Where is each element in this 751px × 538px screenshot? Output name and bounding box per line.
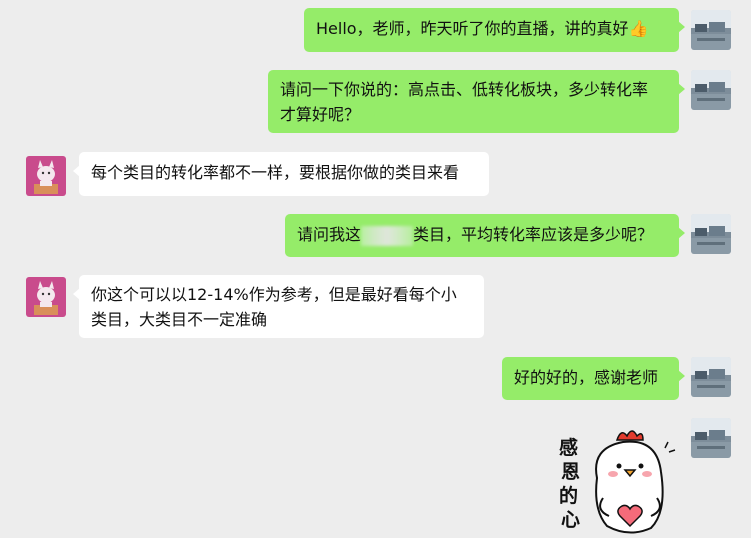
message-row-7: 感 恩 的 心 [0, 418, 751, 534]
message-bubble-4[interactable]: 请问我这 类目，平均转化率应该是多少呢？ [285, 214, 685, 257]
sticker-char-1: 感 [559, 436, 578, 459]
chicken-thanks-sticker[interactable]: 感 恩 的 心 [555, 418, 680, 534]
sticker-char-3: 的 [559, 484, 578, 507]
sticker-char-4: 心 [561, 509, 580, 531]
thumbs-up-emoji: 👍 [628, 19, 649, 38]
teacher-avatar[interactable] [26, 156, 66, 196]
message-row-6: 好的好的，感谢老师 [0, 357, 751, 401]
redacted-category [361, 225, 414, 246]
my-avatar[interactable] [691, 418, 731, 458]
message-row-1: Hello，老师，昨天听了你的直播，讲的真好👍 [0, 8, 751, 52]
my-avatar[interactable] [691, 357, 731, 397]
message-bubble-5[interactable]: 你这个可以以12-14%作为参考，但是最好看每个小 类目，大类目不一定准确 [73, 275, 484, 338]
message-bubble-2[interactable]: 请问一下你说的：高点击、低转化板块，多少转化率 才算好呢？ [268, 70, 685, 133]
my-avatar[interactable] [691, 70, 731, 110]
message-bubble-3[interactable]: 每个类目的转化率都不一样，要根据你做的类目来看 [73, 152, 489, 196]
my-avatar[interactable] [691, 214, 731, 254]
message-text-5-line-2: 类目，大类目不一定准确 [91, 310, 268, 329]
message-text-5-line-1: 你这个可以以12-14%作为参考，但是最好看每个小 [91, 285, 457, 304]
message-text-2-line-2: 才算好呢？ [280, 105, 361, 124]
message-row-2: 请问一下你说的：高点击、低转化板块，多少转化率 才算好呢？ [0, 70, 751, 134]
message-row-3: 每个类目的转化率都不一样，要根据你做的类目来看 [0, 152, 751, 196]
message-row-5: 你这个可以以12-14%作为参考，但是最好看每个小 类目，大类目不一定准确 [0, 275, 751, 339]
message-text-2-line-1: 请问一下你说的：高点击、低转化板块，多少转化率 [280, 80, 649, 99]
message-row-4: 请问我这 类目，平均转化率应该是多少呢？ [0, 214, 751, 258]
message-text-3: 每个类目的转化率都不一样，要根据你做的类目来看 [91, 163, 460, 182]
teacher-avatar[interactable] [26, 277, 66, 317]
message-text-6: 好的好的，感谢老师 [514, 368, 659, 387]
message-text-4-before: 请问我这 [297, 225, 362, 244]
message-text-1: Hello，老师，昨天听了你的直播，讲的真好 [316, 19, 629, 38]
my-avatar[interactable] [691, 10, 731, 50]
message-text-4-after: 类目，平均转化率应该是多少呢？ [413, 225, 654, 244]
message-bubble-6[interactable]: 好的好的，感谢老师 [502, 357, 685, 400]
sticker-char-2: 恩 [561, 461, 580, 483]
message-bubble-1[interactable]: Hello，老师，昨天听了你的直播，讲的真好👍 [304, 8, 685, 52]
